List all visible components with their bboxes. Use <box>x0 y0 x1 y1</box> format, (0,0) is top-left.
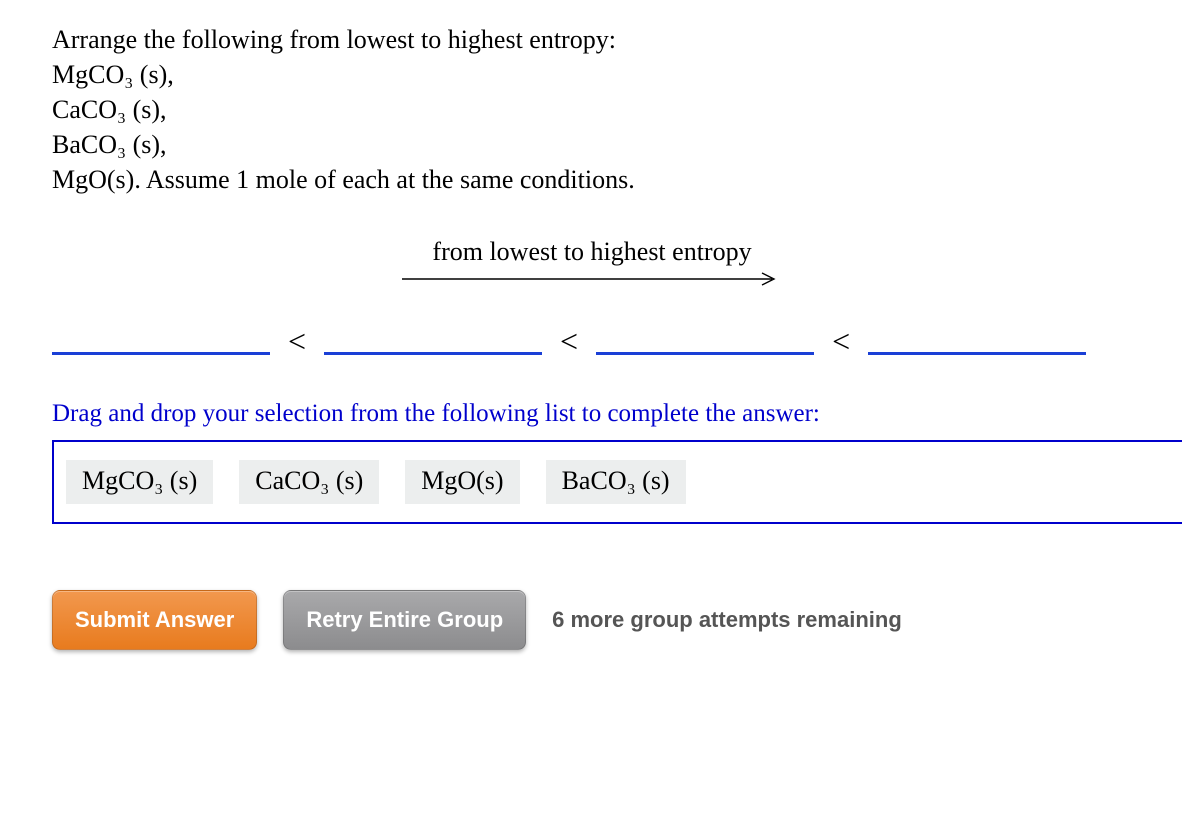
option-mgco3[interactable]: MgCO₃ (s) <box>66 460 213 504</box>
options-box: MgCO₃ (s) CaCO₃ (s) MgO(s) BaCO₃ (s) <box>52 440 1182 524</box>
question-compound-3: BaCO₃ (s), <box>52 127 1184 162</box>
page: Arrange the following from lowest to hig… <box>0 0 1184 828</box>
drop-slot-4[interactable] <box>868 324 1086 355</box>
drop-slot-1[interactable] <box>52 324 270 355</box>
drop-slot-2[interactable] <box>324 324 542 355</box>
less-than-2: < <box>560 323 578 360</box>
question-compound-2: CaCO₃ (s), <box>52 92 1184 127</box>
answer-slots: < < < <box>52 321 1184 358</box>
question-text: Arrange the following from lowest to hig… <box>52 22 1184 197</box>
option-caco3[interactable]: CaCO₃ (s) <box>239 460 379 504</box>
less-than-3: < <box>832 323 850 360</box>
less-than-1: < <box>288 323 306 360</box>
submit-button[interactable]: Submit Answer <box>52 590 257 650</box>
question-prompt: Arrange the following from lowest to hig… <box>52 22 1184 57</box>
question-compound-1: MgCO₃ (s), <box>52 57 1184 92</box>
attempts-remaining: 6 more group attempts remaining <box>552 607 902 633</box>
option-mgo[interactable]: MgO(s) <box>405 460 519 504</box>
arrow-right-icon <box>402 269 782 289</box>
question-last-line: MgO(s). Assume 1 mole of each at the sam… <box>52 162 1184 197</box>
drag-instruction: Drag and drop your selection from the fo… <box>52 400 1184 428</box>
option-baco3[interactable]: BaCO₃ (s) <box>546 460 686 504</box>
button-row: Submit Answer Retry Entire Group 6 more … <box>52 590 1184 650</box>
drop-slot-3[interactable] <box>596 324 814 355</box>
retry-button[interactable]: Retry Entire Group <box>283 590 526 650</box>
arrow-block: from lowest to highest entropy <box>52 237 1132 289</box>
arrow-label: from lowest to highest entropy <box>432 237 751 267</box>
